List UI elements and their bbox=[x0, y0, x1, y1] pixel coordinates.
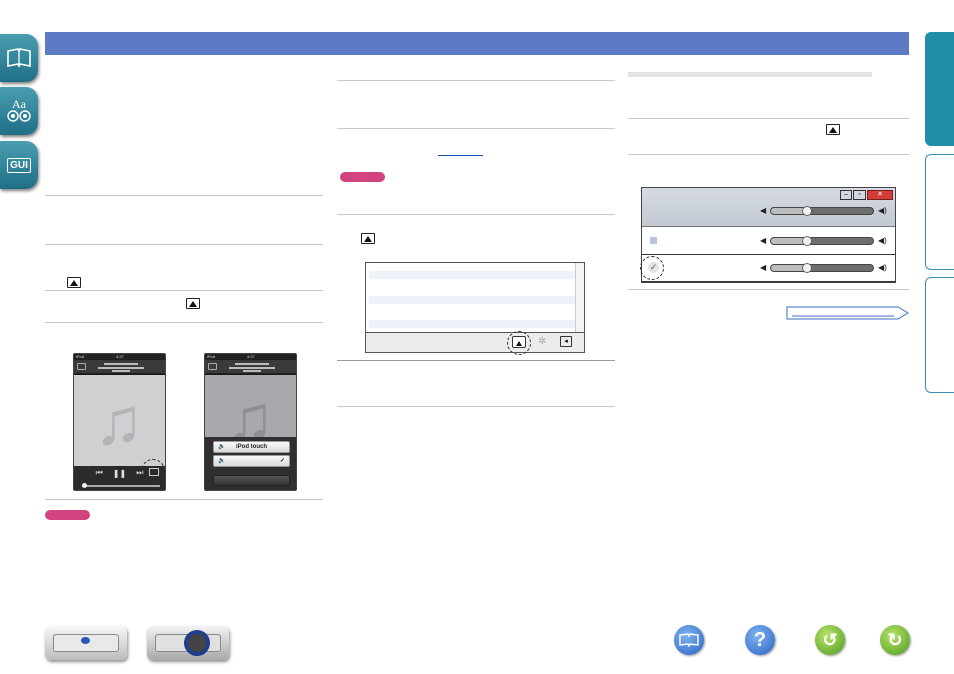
master-volume-slider[interactable] bbox=[770, 206, 874, 216]
list-footer-toolbar: ✲ ◂ bbox=[366, 332, 584, 352]
volume-knob-icon bbox=[184, 630, 210, 656]
list-item[interactable] bbox=[369, 296, 575, 304]
divider bbox=[337, 214, 615, 215]
airplay-icon bbox=[186, 298, 200, 309]
section-title-bar bbox=[628, 72, 872, 77]
airplay-option-receiver[interactable]: 🔈 ✓ bbox=[213, 455, 290, 467]
back-arrow-icon bbox=[208, 363, 217, 370]
back-icon[interactable]: ↺ bbox=[815, 625, 845, 655]
gui-tab-label: GUI bbox=[7, 157, 31, 173]
glossary-tab[interactable]: Aa bbox=[0, 87, 38, 135]
divider bbox=[628, 289, 909, 290]
gui-tab[interactable]: GUI bbox=[0, 141, 38, 189]
phone-title-bar bbox=[74, 360, 165, 374]
airplay-option-label: iPod touch bbox=[236, 444, 267, 450]
divider bbox=[337, 406, 615, 407]
right-tab-2[interactable] bbox=[925, 154, 954, 270]
phone-title-bar bbox=[205, 360, 296, 374]
checkbox[interactable] bbox=[650, 237, 657, 244]
volume-low-icon: ◀ bbox=[760, 236, 767, 245]
manual-book-icon[interactable] bbox=[674, 625, 704, 655]
speaker-icon: 🔈 bbox=[218, 444, 226, 450]
divider bbox=[337, 360, 615, 361]
speaker-row-computer: ◀ ◀) bbox=[642, 228, 895, 255]
speaker-volume-slider[interactable] bbox=[770, 236, 874, 246]
divider bbox=[337, 80, 615, 81]
cancel-button[interactable] bbox=[213, 475, 290, 486]
album-art-dimmed: ♫ bbox=[205, 375, 296, 451]
highlight-circle bbox=[507, 331, 531, 355]
help-icon[interactable]: ? bbox=[745, 625, 775, 655]
volume-high-icon: ◀) bbox=[878, 263, 887, 272]
speaker-icon bbox=[7, 110, 31, 122]
right-tab-1[interactable] bbox=[925, 32, 954, 146]
close-button[interactable]: ✕ bbox=[867, 190, 893, 200]
previous-icon: ⏮ bbox=[95, 468, 103, 477]
highlight-circle bbox=[640, 256, 664, 280]
airplay-icon bbox=[826, 124, 840, 135]
speaker-volume-slider[interactable] bbox=[770, 263, 874, 273]
pause-icon: ❚❚ bbox=[112, 468, 127, 478]
airplay-icon bbox=[67, 277, 81, 288]
note-badge bbox=[340, 172, 385, 182]
section-header-bar bbox=[45, 32, 909, 55]
divider bbox=[45, 322, 323, 323]
airplay-menu: 🔈 iPod touch 🔈 ✓ bbox=[205, 437, 296, 490]
divider bbox=[337, 128, 615, 129]
airplay-option-ipod[interactable]: 🔈 iPod touch bbox=[213, 441, 290, 453]
phone-status-label: iPod bbox=[207, 354, 216, 359]
right-tab-3[interactable] bbox=[925, 277, 954, 393]
divider bbox=[45, 195, 323, 196]
speaker-row-receiver: ✓ ◀ ◀) bbox=[642, 255, 895, 282]
page-link[interactable] bbox=[438, 155, 483, 156]
minimize-button[interactable]: – bbox=[840, 190, 852, 200]
volume-low-icon: ◀ bbox=[760, 206, 767, 215]
display-toggle-icon[interactable]: ◂ bbox=[560, 336, 572, 347]
album-art-placeholder: ♫ bbox=[74, 375, 165, 466]
maximize-button[interactable]: ▫ bbox=[853, 190, 866, 200]
slider-knob[interactable] bbox=[801, 263, 812, 273]
divider bbox=[628, 154, 909, 155]
highlight-circle bbox=[141, 459, 165, 483]
continued-arrow[interactable] bbox=[786, 306, 910, 320]
note-badge bbox=[45, 510, 90, 520]
volume-low-icon: ◀ bbox=[760, 263, 767, 272]
forward-icon[interactable]: ↻ bbox=[880, 625, 910, 655]
divider bbox=[45, 499, 323, 500]
slider-knob[interactable] bbox=[801, 206, 812, 216]
divider bbox=[45, 290, 323, 291]
glossary-tab-label: Aa bbox=[12, 97, 26, 111]
front-panel-button[interactable] bbox=[45, 626, 127, 660]
phone-status-label: iPod bbox=[76, 354, 85, 359]
power-indicator-icon bbox=[81, 637, 90, 644]
itunes-list-window: ✲ ◂ bbox=[365, 262, 585, 353]
back-arrow-icon bbox=[77, 363, 86, 370]
master-volume-row: – ▫ ✕ ◀ ◀) bbox=[642, 188, 895, 227]
gear-icon[interactable]: ✲ bbox=[538, 336, 546, 347]
volume-high-icon: ◀) bbox=[878, 206, 887, 215]
volume-high-icon: ◀) bbox=[878, 236, 887, 245]
scrollbar[interactable] bbox=[575, 263, 584, 333]
speaker-icon: 🔈 bbox=[218, 458, 226, 464]
book-icon bbox=[7, 48, 31, 68]
divider bbox=[628, 118, 909, 119]
checkmark-icon: ✓ bbox=[279, 458, 285, 464]
multiple-speakers-window: – ▫ ✕ ◀ ◀) ◀ ◀) ✓ ◀ ◀) bbox=[641, 187, 896, 283]
ipod-screen-airplay-menu: iPod 4:27 ♫ 🔈 iPod touch 🔈 ✓ bbox=[204, 353, 297, 491]
slider-knob[interactable] bbox=[801, 236, 812, 246]
contents-tab[interactable] bbox=[0, 34, 38, 82]
list-item[interactable] bbox=[369, 320, 575, 328]
divider bbox=[45, 244, 323, 245]
music-note-icon: ♫ bbox=[94, 384, 144, 458]
airplay-icon bbox=[361, 233, 375, 244]
list-item[interactable] bbox=[369, 271, 575, 279]
rear-panel-button[interactable] bbox=[147, 626, 229, 660]
book-icon bbox=[679, 633, 699, 647]
